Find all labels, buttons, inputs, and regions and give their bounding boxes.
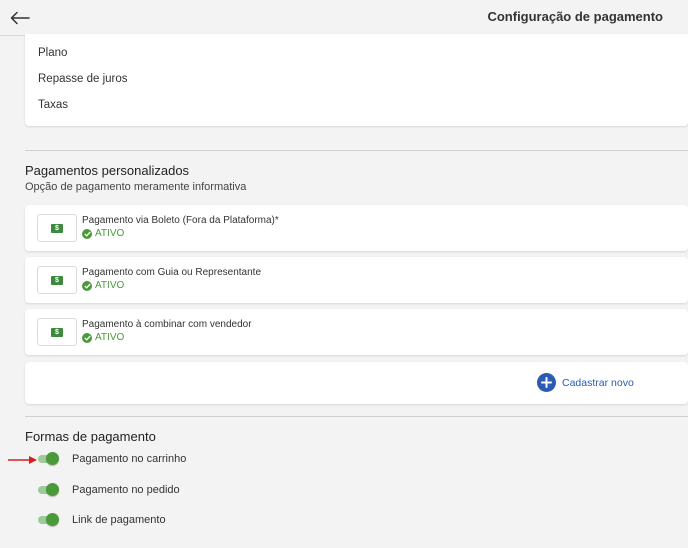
status-badge: ATIVO — [82, 280, 124, 291]
status-badge: ATIVO — [82, 332, 124, 343]
fees-item[interactable]: Taxas — [38, 99, 68, 111]
money-bill-icon: $ — [37, 318, 77, 346]
payment-name: Pagamento com Guia ou Representante — [82, 267, 261, 278]
money-bill-icon: $ — [37, 266, 77, 294]
check-circle-icon — [82, 332, 92, 343]
money-bill-icon: $ — [37, 214, 77, 242]
payment-link-toggle[interactable] — [38, 513, 59, 527]
toggle-label: Pagamento no pedido — [72, 484, 180, 496]
cart-payment-toggle[interactable] — [38, 452, 59, 466]
add-payment-card: Cadastrar novo — [25, 362, 688, 404]
toggle-thumb — [46, 513, 59, 526]
payment-name: Pagamento à combinar com vendedor — [82, 319, 252, 330]
red-arrow-annotation — [8, 456, 37, 464]
toggle-thumb — [46, 483, 59, 496]
toggle-row-order: Pagamento no pedido — [38, 483, 180, 497]
arrow-left-icon — [10, 11, 30, 25]
status-badge: ATIVO — [82, 228, 124, 239]
toggle-row-link: Link de pagamento — [38, 513, 166, 527]
status-label: ATIVO — [95, 280, 125, 291]
status-label: ATIVO — [95, 228, 125, 239]
plus-circle-icon — [537, 373, 556, 392]
top-bar: Configuração de pagamento — [0, 0, 688, 36]
check-circle-icon — [82, 228, 92, 239]
payment-card-guia[interactable]: $ Pagamento com Guia ou Representante AT… — [25, 257, 688, 303]
payment-name: Pagamento via Boleto (Fora da Plataforma… — [82, 215, 279, 226]
status-label: ATIVO — [95, 332, 125, 343]
order-payment-toggle[interactable] — [38, 483, 59, 497]
custom-payments-title: Pagamentos personalizados — [25, 163, 190, 178]
payment-card-combinar[interactable]: $ Pagamento à combinar com vendedor ATIV… — [25, 309, 688, 355]
plan-item[interactable]: Plano — [38, 47, 67, 59]
section-divider — [25, 416, 688, 417]
toggle-row-cart: Pagamento no carrinho — [38, 452, 186, 466]
add-new-button[interactable]: Cadastrar novo — [537, 373, 634, 392]
back-button[interactable] — [6, 6, 34, 30]
toggle-label: Link de pagamento — [72, 514, 166, 526]
page-title: Configuração de pagamento — [487, 9, 663, 24]
interest-transfer-item[interactable]: Repasse de juros — [38, 73, 128, 85]
payment-card-boleto[interactable]: $ Pagamento via Boleto (Fora da Platafor… — [25, 205, 688, 251]
custom-payments-subtitle: Opção de pagamento meramente informativa — [25, 181, 247, 193]
toggle-thumb — [46, 452, 59, 465]
add-new-label: Cadastrar novo — [562, 376, 634, 389]
plan-info-card: Plano Repasse de juros Taxas — [25, 34, 688, 126]
toggle-label: Pagamento no carrinho — [72, 453, 187, 465]
check-circle-icon — [82, 280, 92, 291]
payment-forms-title: Formas de pagamento — [25, 429, 156, 444]
section-divider — [25, 150, 688, 151]
